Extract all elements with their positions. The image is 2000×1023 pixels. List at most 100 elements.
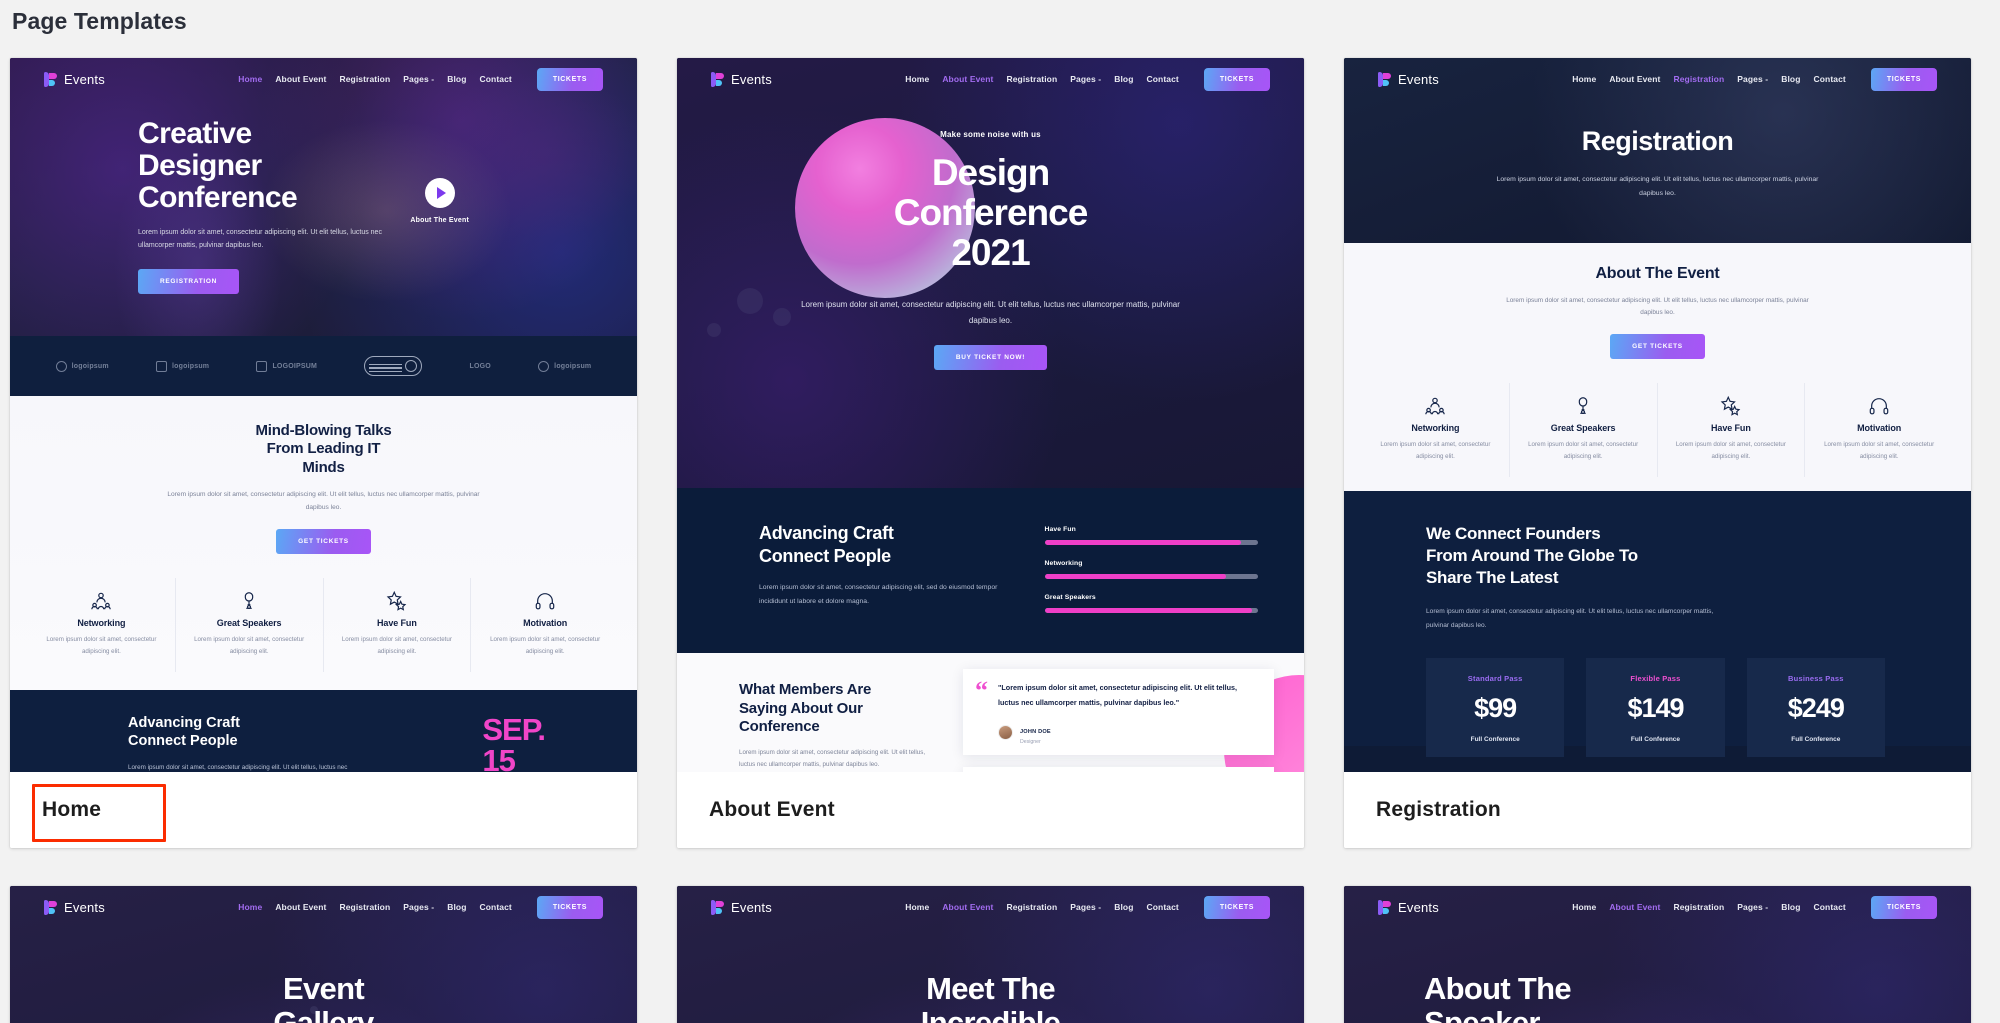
pricing-card[interactable]: Flexible Pass $149 Full Conference	[1586, 657, 1725, 757]
speckle-decor	[310, 1006, 318, 1014]
nav-link-pages[interactable]: Pages -	[403, 74, 434, 84]
nav-link-blog[interactable]: Blog	[447, 902, 466, 912]
pricing-card[interactable]: Standard Pass $99 Full Conference	[1426, 657, 1565, 757]
nav-link-pages[interactable]: Pages -	[1070, 902, 1101, 912]
feature-name: Have Fun	[377, 617, 417, 628]
nav-link-registration[interactable]: Registration	[1673, 902, 1724, 912]
hero-section: Events Home About Event Registration Pag…	[10, 886, 637, 1023]
nav-link-registration[interactable]: Registration	[339, 902, 390, 912]
nav-link-contact[interactable]: Contact	[480, 74, 512, 84]
get-tickets-button[interactable]: GET TICKETS	[1610, 333, 1705, 359]
plan-sub: Full Conference	[1791, 735, 1841, 743]
nav-link-contact[interactable]: Contact	[480, 902, 512, 912]
skill-bar-label: Great Speakers	[1044, 594, 1096, 601]
feature-name: Great Speakers	[216, 617, 282, 628]
event-date-month: SEP.	[482, 711, 546, 747]
play-icon[interactable]	[424, 178, 455, 208]
template-label-home[interactable]: Home	[10, 772, 637, 848]
get-tickets-button[interactable]: GET TICKETS	[276, 528, 371, 554]
hero-title: Design Conference 2021	[677, 153, 1304, 273]
brand-name: Events	[731, 899, 772, 915]
hero-title: Registration	[1581, 126, 1734, 156]
pricing-paragraph: Lorem ipsum dolor sit amet, consectetur …	[1426, 608, 1714, 629]
brand-logo: Events	[44, 899, 105, 915]
nav-link-registration[interactable]: Registration	[1673, 74, 1724, 84]
tickets-button[interactable]: TICKETS	[1203, 67, 1270, 91]
nav-link-home[interactable]: Home	[238, 902, 262, 912]
headphones-icon	[1815, 393, 1943, 419]
nav-link-contact[interactable]: Contact	[1147, 902, 1179, 912]
nav-link-home[interactable]: Home	[905, 74, 929, 84]
tickets-button[interactable]: TICKETS	[1870, 67, 1937, 91]
nav-link-about-event[interactable]: About Event	[275, 74, 326, 84]
tickets-button[interactable]: TICKETS	[1203, 895, 1270, 919]
feature-item: Have Fun Lorem ipsum dolor sit amet, con…	[1658, 382, 1806, 478]
brand-name: Events	[1398, 71, 1439, 87]
partner-logo-bar: logoipsum logoipsum LOGOIPSUM LOGO logoi…	[10, 336, 637, 396]
advancing-line-2: Connect People	[128, 732, 238, 749]
skill-bar-label: Have Fun	[1044, 526, 1076, 533]
template-card-event-gallery[interactable]: Events Home About Event Registration Pag…	[10, 886, 637, 1023]
hero-title-line-1: Creative	[138, 117, 252, 150]
about-the-event-section: About The Event Lorem ipsum dolor sit am…	[1344, 243, 1971, 492]
template-card-about-speaker[interactable]: Events Home About Event Registration Pag…	[1344, 886, 1971, 1023]
template-preview-about-event: Events Home About Event Registration Pag…	[677, 58, 1304, 773]
nav-link-about-event[interactable]: About Event	[275, 902, 326, 912]
partner-logo-label: LOGO	[469, 362, 491, 370]
template-preview-event-gallery: Events Home About Event Registration Pag…	[10, 886, 637, 1023]
hero-paragraph: Lorem ipsum dolor sit amet, consectetur …	[1496, 176, 1819, 197]
plan-name: Flexible Pass	[1630, 673, 1681, 683]
nav-link-home[interactable]: Home	[238, 74, 262, 84]
nav-link-blog[interactable]: Blog	[447, 74, 466, 84]
brand-logo: Events	[44, 71, 105, 87]
template-label-text: About Event	[709, 798, 835, 821]
template-preview-about-speaker: Events Home About Event Registration Pag…	[1344, 886, 1971, 1023]
hero-content: Creative Designer Conference Lorem ipsum…	[10, 100, 637, 295]
template-card-speakers[interactable]: Events Home About Event Registration Pag…	[677, 886, 1304, 1023]
testimonials-paragraph: Lorem ipsum dolor sit amet, consectetur …	[739, 748, 926, 769]
nav-link-blog[interactable]: Blog	[1114, 902, 1133, 912]
hero-title: Creative Designer Conference	[138, 118, 637, 213]
nav-link-home[interactable]: Home	[905, 902, 929, 912]
nav-link-pages[interactable]: Pages -	[1737, 74, 1768, 84]
nav-link-registration[interactable]: Registration	[339, 74, 390, 84]
registration-button[interactable]: REGISTRATION	[138, 269, 240, 295]
nav-link-registration[interactable]: Registration	[1006, 74, 1057, 84]
talks-heading-line-2: From Leading IT	[266, 440, 381, 458]
nav-link-pages[interactable]: Pages -	[1737, 902, 1768, 912]
nav-link-contact[interactable]: Contact	[1814, 74, 1846, 84]
tickets-button[interactable]: TICKETS	[536, 67, 603, 91]
nav-link-about-event[interactable]: About Event	[1609, 74, 1660, 84]
nav-link-blog[interactable]: Blog	[1114, 74, 1133, 84]
hero-paragraph: Lorem ipsum dolor sit amet, consectetur …	[801, 299, 1180, 325]
nav-link-home[interactable]: Home	[1572, 902, 1596, 912]
template-card-registration[interactable]: Events Home About Event Registration Pag…	[1344, 58, 1971, 848]
pricing-card[interactable]: Business Pass $249 Full Conference	[1746, 657, 1885, 757]
advancing-paragraph: Lorem ipsum dolor sit amet, consectetur …	[759, 584, 998, 605]
tickets-button[interactable]: TICKETS	[1870, 895, 1937, 919]
nav-link-about-event[interactable]: About Event	[942, 902, 993, 912]
template-card-about-event[interactable]: Events Home About Event Registration Pag…	[677, 58, 1304, 848]
template-label-about-event[interactable]: About Event	[677, 772, 1304, 848]
testimonials-section: What Members Are Saying About Our Confer…	[677, 653, 1304, 773]
template-card-home[interactable]: Events Home About Event Registration Pag…	[10, 58, 637, 848]
tickets-button[interactable]: TICKETS	[536, 895, 603, 919]
nav-link-blog[interactable]: Blog	[1781, 74, 1800, 84]
hero-title-line-2: Incredible	[920, 1005, 1061, 1023]
nav-link-pages[interactable]: Pages -	[1070, 74, 1101, 84]
nav-link-about-event[interactable]: About Event	[942, 74, 993, 84]
nav-link-blog[interactable]: Blog	[1781, 902, 1800, 912]
template-label-registration[interactable]: Registration	[1344, 772, 1971, 848]
video-play-group[interactable]: About The Event	[410, 178, 469, 224]
nav-link-contact[interactable]: Contact	[1147, 74, 1179, 84]
nav-link-about-event[interactable]: About Event	[1609, 902, 1660, 912]
plan-name: Standard Pass	[1467, 673, 1523, 683]
hero-title-line-2: Speaker	[1424, 1005, 1540, 1023]
nav-link-home[interactable]: Home	[1572, 74, 1596, 84]
hero-title-line-2: Designer	[138, 148, 262, 182]
buy-ticket-button[interactable]: BUY TICKET NOW!	[933, 344, 1048, 370]
nav-link-registration[interactable]: Registration	[1006, 902, 1057, 912]
events-logo-icon	[44, 899, 57, 915]
nav-link-contact[interactable]: Contact	[1814, 902, 1846, 912]
nav-link-pages[interactable]: Pages -	[403, 902, 434, 912]
